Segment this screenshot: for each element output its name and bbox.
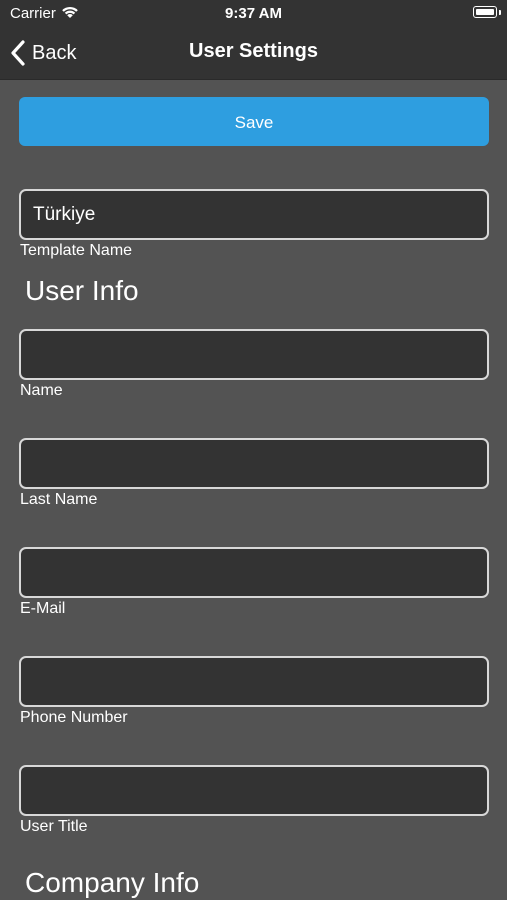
last-name-input[interactable] xyxy=(19,438,489,489)
template-name-input[interactable] xyxy=(19,189,489,240)
battery-level xyxy=(476,9,494,15)
status-bar: Carrier 9:37 AM xyxy=(0,0,507,28)
template-name-label: Template Name xyxy=(20,242,133,259)
name-input[interactable] xyxy=(19,329,489,380)
name-label: Name xyxy=(20,382,63,399)
phone-number-input[interactable] xyxy=(19,656,489,707)
phone-number-label: Phone Number xyxy=(20,709,128,726)
status-time: 9:37 AM xyxy=(225,5,282,22)
save-button[interactable]: Save xyxy=(19,97,489,146)
company-info-heading: Company Info xyxy=(25,867,200,898)
email-label: E-Mail xyxy=(20,600,66,617)
page-title: User Settings xyxy=(189,40,318,62)
email-input[interactable] xyxy=(19,547,489,598)
battery-tip xyxy=(499,10,501,15)
battery-icon xyxy=(473,6,497,18)
navigation-bar: Carrier 9:37 AM Back User Settings xyxy=(0,0,507,80)
user-title-label: User Title xyxy=(20,818,88,835)
user-info-heading: User Info xyxy=(25,275,139,306)
user-title-input[interactable] xyxy=(19,765,489,816)
last-name-label: Last Name xyxy=(20,491,98,508)
